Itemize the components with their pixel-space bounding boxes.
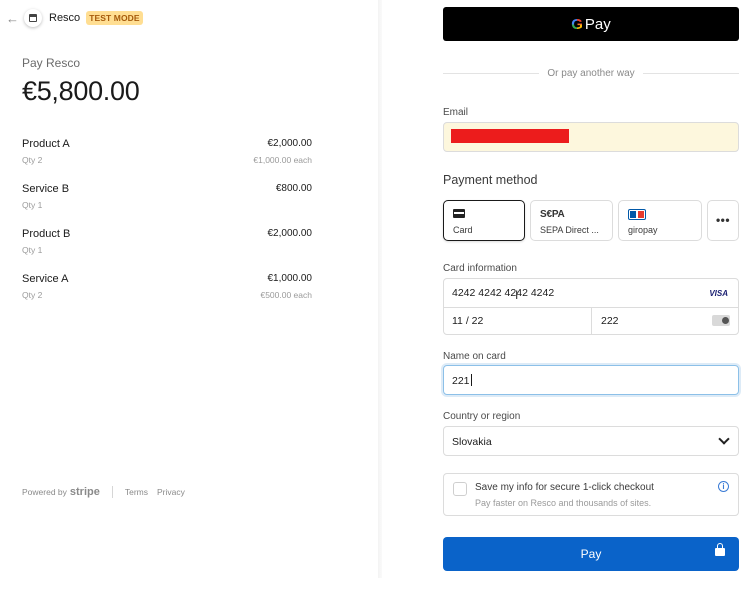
- country-value: Slovakia: [452, 436, 492, 448]
- expiry-input[interactable]: 11 / 22: [452, 315, 483, 327]
- tab-card-label: Card: [453, 225, 473, 235]
- pay-button-label: Pay: [580, 547, 602, 561]
- more-icon: •••: [715, 213, 731, 227]
- total-amount: €5,800.00: [22, 76, 140, 106]
- line-item: Service A Qty 2 €1,000.00 €500.00 each: [22, 273, 312, 318]
- card-divider-vertical: [591, 307, 592, 334]
- tab-more[interactable]: •••: [707, 200, 739, 241]
- privacy-link[interactable]: Privacy: [157, 487, 185, 497]
- google-pay-label: Pay: [584, 15, 611, 33]
- line-item: Product B Qty 1 €2,000.00: [22, 228, 312, 273]
- divider-line: [443, 72, 540, 74]
- line-item: Service B Qty 1 €800.00: [22, 183, 312, 228]
- name-label: Name on card: [443, 351, 506, 362]
- info-icon[interactable]: i: [718, 481, 729, 492]
- item-name: Service B: [22, 183, 70, 195]
- payment-panel: G Pay Or pay another way Email Payment m…: [382, 0, 750, 591]
- chevron-down-icon: [718, 433, 730, 445]
- email-input[interactable]: [443, 122, 739, 152]
- item-name: Product A: [22, 138, 70, 150]
- card-info-label: Card information: [443, 263, 517, 274]
- card-icon: [453, 209, 465, 218]
- pay-button[interactable]: Pay: [443, 537, 739, 571]
- google-g-icon: G: [571, 15, 583, 33]
- footer-divider: [111, 486, 113, 498]
- save-info-subtitle: Pay faster on Resco and thousands of sit…: [475, 498, 652, 508]
- line-item: Product A Qty 2 €2,000.00 €1,000.00 each: [22, 138, 312, 183]
- name-value-text: 221: [452, 375, 470, 387]
- save-info-title: Save my info for secure 1-click checkout: [475, 482, 654, 493]
- footer: Powered by stripe Terms Privacy: [22, 486, 194, 498]
- merchant-name: Resco: [49, 12, 81, 24]
- redacted-email: [451, 129, 569, 143]
- lock-icon: [715, 543, 725, 556]
- merchant-logo: [24, 9, 42, 27]
- name-value: 221: [452, 374, 472, 387]
- card-number-input[interactable]: 4242 4242 4242 4242: [452, 287, 554, 299]
- divider-line: [642, 72, 740, 74]
- or-divider-text: Or pay another way: [547, 67, 635, 79]
- tab-giropay[interactable]: giropay: [618, 200, 702, 241]
- giropay-icon: [628, 209, 646, 220]
- text-cursor-icon: I: [515, 288, 519, 302]
- header-bar: ← Resco TEST MODE: [6, 9, 143, 27]
- item-name: Service A: [22, 273, 69, 285]
- powered-by-label: Powered by: [22, 487, 67, 497]
- name-on-card-input[interactable]: 221: [443, 365, 739, 395]
- order-summary-panel: ← Resco TEST MODE Pay Resco €5,800.00 Pr…: [0, 0, 378, 578]
- item-qty: Qty 1: [22, 245, 43, 255]
- card-information-group: 4242 4242 4242 4242 I VISA 11 / 22 222: [443, 278, 739, 335]
- arrow-left-icon[interactable]: ←: [6, 11, 19, 26]
- terms-link[interactable]: Terms: [125, 487, 148, 497]
- test-mode-badge: TEST MODE: [86, 11, 143, 25]
- tab-sepa[interactable]: S€PA SEPA Direct ...: [530, 200, 613, 241]
- item-unit-price: €1,000.00 each: [253, 155, 312, 165]
- country-select[interactable]: Slovakia: [443, 426, 739, 456]
- text-caret: [470, 374, 472, 386]
- item-price: €2,000.00: [267, 228, 313, 239]
- sepa-icon: S€PA: [540, 209, 565, 220]
- pay-label: Pay Resco: [22, 56, 81, 70]
- tab-sepa-label: SEPA Direct ...: [540, 225, 599, 235]
- google-pay-button[interactable]: G Pay: [443, 7, 739, 41]
- or-divider: Or pay another way: [443, 66, 740, 80]
- item-qty: Qty 2: [22, 290, 43, 300]
- tab-card[interactable]: Card: [443, 200, 525, 241]
- item-qty: Qty 1: [22, 200, 43, 210]
- stripe-logo[interactable]: stripe: [70, 486, 100, 498]
- item-qty: Qty 2: [22, 155, 43, 165]
- email-label: Email: [443, 107, 469, 118]
- item-price: €800.00: [275, 183, 312, 194]
- country-label: Country or region: [443, 411, 521, 422]
- cvc-input[interactable]: 222: [601, 315, 619, 327]
- visa-icon: VISA: [709, 289, 728, 298]
- payment-method-title: Payment method: [443, 173, 538, 187]
- store-icon: [29, 14, 37, 22]
- tab-giropay-label: giropay: [628, 225, 658, 235]
- item-price: €2,000.00: [267, 138, 313, 149]
- item-name: Product B: [22, 228, 71, 240]
- item-unit-price: €500.00 each: [260, 290, 312, 300]
- save-info-box[interactable]: Save my info for secure 1-click checkout…: [443, 473, 739, 516]
- save-info-checkbox[interactable]: [453, 482, 467, 496]
- cvc-card-icon: [712, 315, 730, 326]
- line-items: Product A Qty 2 €2,000.00 €1,000.00 each…: [22, 138, 312, 318]
- item-price: €1,000.00: [267, 273, 313, 284]
